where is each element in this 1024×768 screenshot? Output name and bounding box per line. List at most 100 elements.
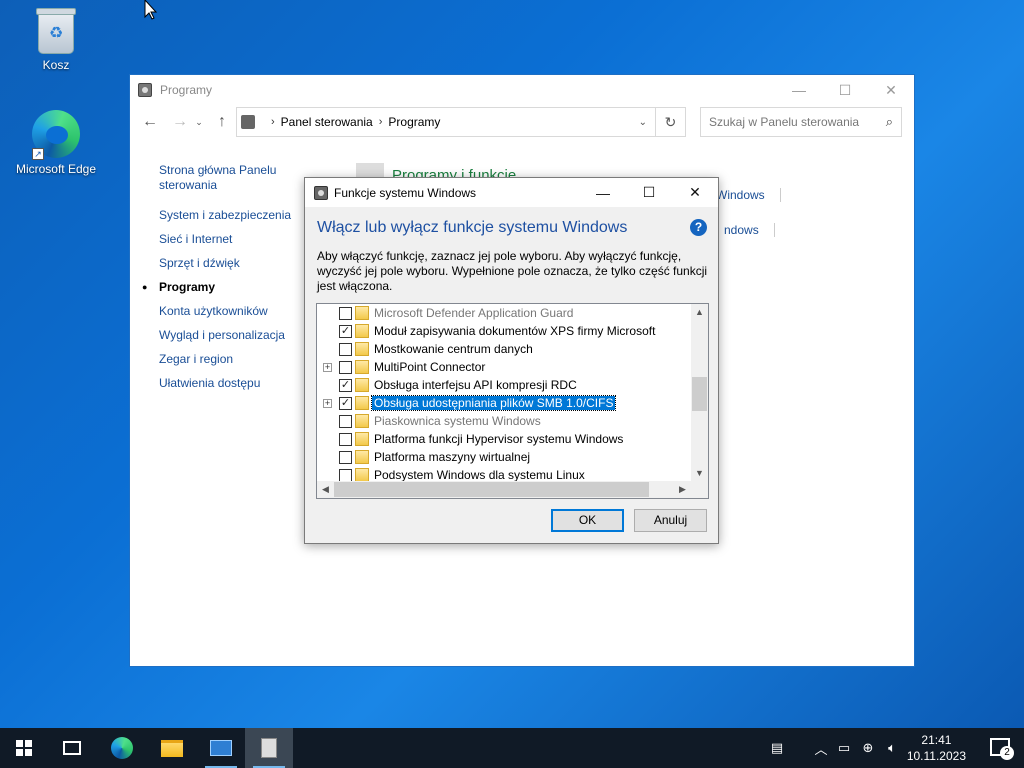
system-clock[interactable]: 21:41 10.11.2023 [907, 732, 966, 764]
feature-row[interactable]: ✓ Obsługa interfejsu API kompresji RDC [317, 376, 691, 394]
ok-button[interactable]: OK [551, 509, 624, 532]
folder-icon [355, 396, 369, 410]
window-titlebar[interactable]: Programy — ☐ ✕ [130, 75, 914, 105]
volume-icon[interactable]: 🔈︎ [881, 728, 903, 768]
scroll-left-icon[interactable]: ◀ [317, 481, 334, 498]
feature-row[interactable]: + MultiPoint Connector [317, 358, 691, 376]
chevron-down-icon[interactable]: ⌄ [639, 117, 647, 128]
feature-label: Microsoft Defender Application Guard [374, 306, 574, 320]
recent-locations-chevron-icon[interactable]: ⌄ [192, 117, 206, 128]
feature-checkbox[interactable] [339, 468, 352, 482]
search-input[interactable]: Szukaj w Panelu sterowania ⌕ [700, 107, 902, 137]
feature-row[interactable]: Microsoft Defender Application Guard [317, 304, 691, 322]
sidebar-item-programs[interactable]: Programy [142, 280, 299, 295]
mouse-cursor-icon [144, 0, 158, 20]
control-panel-icon [138, 83, 152, 97]
feature-checkbox[interactable] [339, 432, 352, 446]
feature-checkbox[interactable] [339, 306, 352, 320]
taskbar-edge[interactable] [98, 728, 146, 768]
show-hidden-icons-chevron-icon[interactable]: ︿ [812, 728, 830, 768]
sidebar: Strona główna Panelu sterowania System i… [142, 163, 299, 400]
scroll-up-icon[interactable]: ▲ [691, 304, 708, 321]
feature-checkbox[interactable] [339, 450, 352, 464]
feature-row[interactable]: Piaskownica systemu Windows [317, 412, 691, 430]
control-panel-icon [210, 740, 232, 756]
clock-date: 10.11.2023 [906, 749, 966, 763]
windows-features-dialog: Funkcje systemu Windows — ☐ ✕ Włącz lub … [304, 177, 719, 544]
sidebar-item-hardware-sound[interactable]: Sprzęt i dźwięk [159, 256, 299, 271]
feature-row[interactable]: ✓ Moduł zapisywania dokumentów XPS firmy … [317, 322, 691, 340]
folder-icon [355, 306, 369, 320]
network-globe-icon[interactable]: ⊕ [858, 728, 878, 768]
sidebar-item-accessibility[interactable]: Ułatwienia dostępu [159, 376, 299, 391]
close-button[interactable]: ✕ [868, 75, 914, 105]
feature-checkbox[interactable]: ✓ [339, 324, 352, 338]
sidebar-item-clock-region[interactable]: Zegar i region [159, 352, 299, 367]
minimize-button[interactable]: — [776, 75, 822, 105]
sidebar-item-appearance[interactable]: Wygląd i personalizacja [159, 328, 299, 343]
feature-row[interactable]: Platforma maszyny wirtualnej [317, 448, 691, 466]
desktop-icon-label: Kosz [42, 58, 70, 72]
feature-checkbox[interactable]: ✓ [339, 396, 352, 410]
feature-label: Platforma funkcji Hypervisor systemu Win… [374, 432, 624, 446]
recycle-bin-icon: ♻ [36, 8, 76, 54]
feature-row[interactable]: Mostkowanie centrum danych [317, 340, 691, 358]
sidebar-item-home[interactable]: Strona główna Panelu sterowania [159, 163, 299, 193]
maximize-button[interactable]: ☐ [822, 75, 868, 105]
refresh-button[interactable]: ↻ [656, 107, 686, 137]
search-icon: ⌕ [885, 114, 893, 129]
maximize-button[interactable]: ☐ [626, 178, 672, 207]
windows-logo-icon [16, 740, 32, 756]
task-view-button[interactable] [48, 728, 96, 768]
feature-checkbox[interactable] [339, 342, 352, 356]
notification-count-badge: 2 [1000, 746, 1014, 760]
feature-row[interactable]: + ✓ Obsługa udostępniania plików SMB 1.0/C… [317, 394, 691, 412]
main-link[interactable]: ndows [724, 223, 775, 237]
scroll-right-icon[interactable]: ▶ [674, 481, 691, 498]
cancel-button[interactable]: Anuluj [634, 509, 707, 532]
minimize-button[interactable]: — [580, 178, 626, 207]
close-button[interactable]: ✕ [672, 178, 718, 207]
vertical-scrollbar[interactable]: ▲ ▼ [691, 304, 708, 482]
taskbar-file-explorer[interactable] [148, 728, 196, 768]
notification-center-icon[interactable]: 2 [990, 738, 1014, 760]
battery-icon[interactable]: ▭ [834, 728, 854, 768]
help-icon[interactable]: ? [690, 219, 707, 236]
up-arrow-icon[interactable]: ↑ [210, 113, 234, 131]
feature-checkbox[interactable]: ✓ [339, 378, 352, 392]
start-button[interactable] [0, 728, 48, 768]
expand-plus-icon[interactable]: + [323, 362, 332, 372]
breadcrumb-item[interactable]: Programy [388, 115, 440, 129]
main-link[interactable]: Windows [716, 188, 781, 202]
features-tree[interactable]: Microsoft Defender Application Guard ✓ Mod… [316, 303, 709, 499]
feature-label: Podsystem Windows dla systemu Linux [374, 468, 585, 482]
dialog-titlebar[interactable]: Funkcje systemu Windows — ☐ ✕ [305, 178, 718, 207]
scroll-thumb[interactable] [692, 377, 707, 411]
feature-label: Obsługa interfejsu API kompresji RDC [374, 378, 577, 392]
taskbar-windows-features[interactable] [245, 728, 293, 768]
feature-checkbox[interactable] [339, 414, 352, 428]
desktop-icon-recycle-bin[interactable]: ♻ Kosz [11, 8, 101, 72]
forward-arrow-icon[interactable]: → [168, 113, 192, 131]
breadcrumb-item[interactable]: Panel sterowania [281, 115, 373, 129]
back-arrow-icon[interactable]: ← [138, 113, 162, 131]
edge-icon [111, 737, 133, 759]
breadcrumb-chevron-icon: › [271, 116, 275, 128]
feature-checkbox[interactable] [339, 360, 352, 374]
navigation-bar: ← → ⌄ ↑ › Panel sterowania › Programy ⌄ … [130, 105, 914, 139]
desktop-icon-edge[interactable]: ↗ Microsoft Edge [11, 110, 101, 176]
sidebar-item-network[interactable]: Sieć i Internet [159, 232, 299, 247]
scroll-thumb[interactable] [334, 482, 649, 497]
sidebar-item-user-accounts[interactable]: Konta użytkowników [159, 304, 299, 319]
feature-row[interactable]: Platforma funkcji Hypervisor systemu Win… [317, 430, 691, 448]
expand-plus-icon[interactable]: + [323, 398, 332, 408]
feature-label: Obsługa udostępniania plików SMB 1.0/CIF… [370, 395, 617, 411]
folder-icon [355, 450, 369, 464]
address-bar[interactable]: › Panel sterowania › Programy ⌄ [236, 107, 656, 137]
scroll-down-icon[interactable]: ▼ [691, 465, 708, 482]
keyboard-layout-icon[interactable]: ▤ [762, 728, 792, 768]
taskbar-control-panel[interactable] [197, 728, 245, 768]
window-title: Programy [160, 83, 213, 97]
sidebar-item-system-security[interactable]: System i zabezpieczenia [159, 208, 299, 223]
horizontal-scrollbar[interactable]: ◀ ▶ [317, 481, 691, 498]
